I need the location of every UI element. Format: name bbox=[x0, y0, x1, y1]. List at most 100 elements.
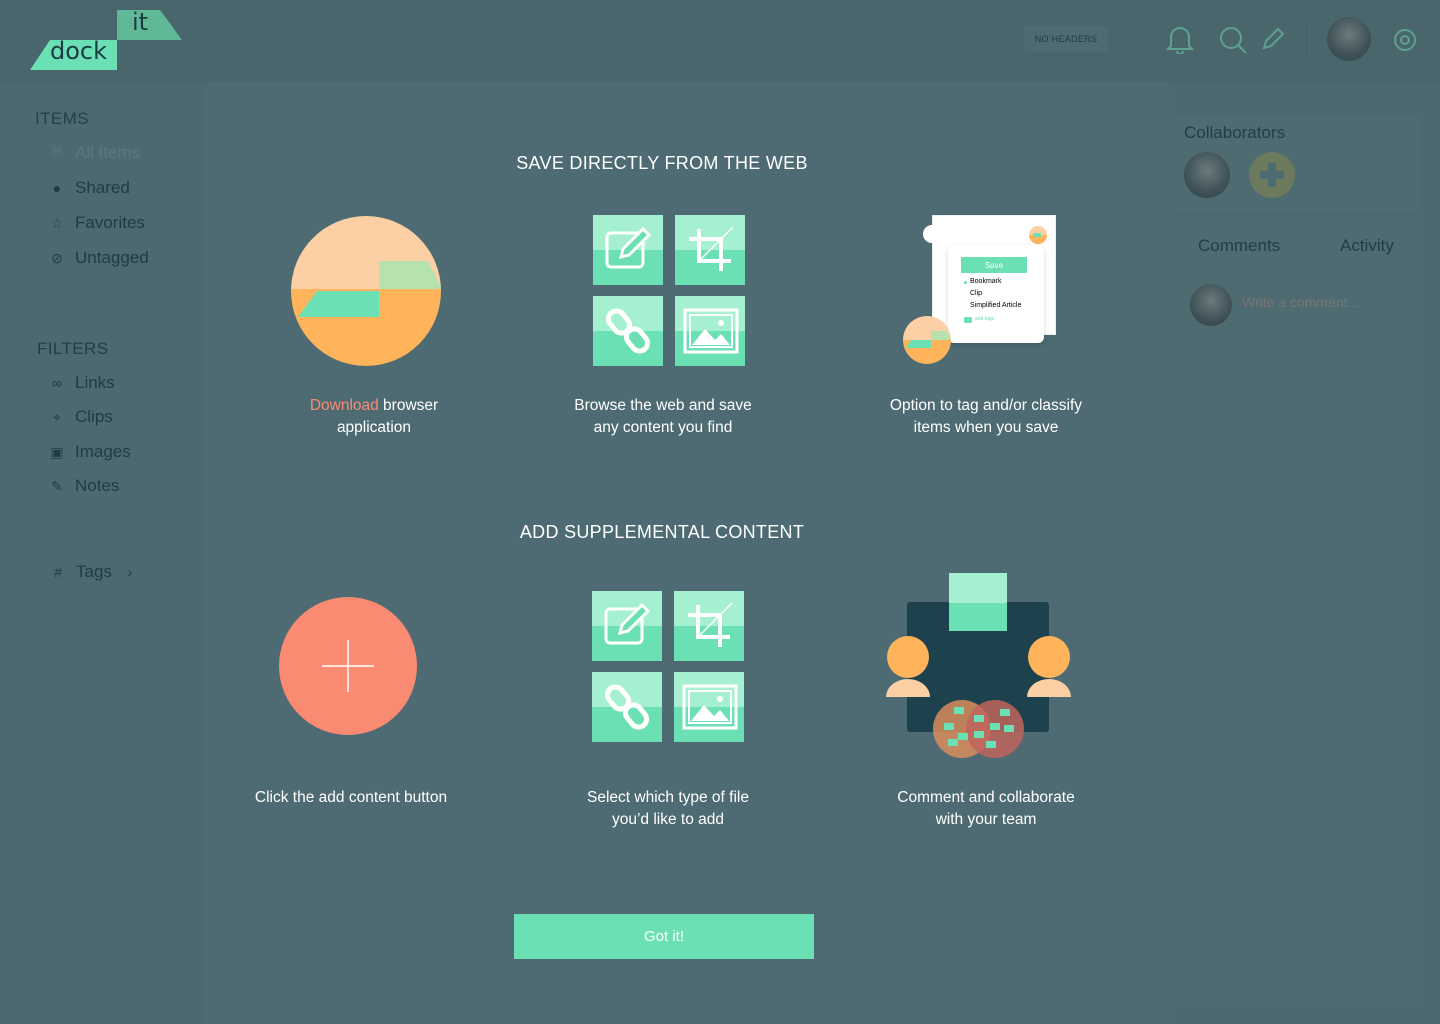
step-collaborate-caption: Comment and collaborate with your team bbox=[870, 787, 1102, 831]
filter-item-links[interactable]: ∞ Links bbox=[49, 373, 115, 393]
caption-text: Comment and collaborate bbox=[897, 789, 1075, 806]
image-icon bbox=[682, 684, 738, 730]
hash-icon: # bbox=[54, 564, 62, 580]
got-it-button[interactable]: Got it! bbox=[514, 914, 814, 959]
save-option-button: Save bbox=[961, 257, 1027, 273]
links-tile bbox=[592, 672, 662, 742]
option-simplified: Simplified Article bbox=[970, 302, 1022, 309]
notes-tile bbox=[592, 591, 662, 661]
caption-text: with your team bbox=[935, 811, 1037, 828]
step-download-caption: Download browser application bbox=[270, 395, 478, 439]
bell-icon[interactable] bbox=[1166, 24, 1194, 54]
section-save-title: SAVE DIRECTLY FROM THE WEB bbox=[516, 153, 808, 173]
step-browse-caption: Browse the web and save any content you … bbox=[545, 395, 781, 439]
caption-text: Select which type of file bbox=[587, 789, 749, 806]
sidebar-tags[interactable]: # Tags › bbox=[50, 562, 138, 582]
items-heading: ITEMS bbox=[35, 109, 89, 128]
plus-icon bbox=[322, 640, 374, 692]
no-headers-badge[interactable]: NO HEADERS bbox=[1024, 26, 1108, 52]
toolbar-divider bbox=[1306, 18, 1307, 60]
caption-text: items when you save bbox=[913, 419, 1059, 436]
link-icon: ∞ bbox=[52, 375, 62, 391]
clips-tile bbox=[674, 591, 744, 661]
tab-activity[interactable]: Activity bbox=[1340, 236, 1394, 256]
chevron-right-icon: › bbox=[127, 564, 133, 580]
option-bookmark: Bookmark bbox=[970, 278, 1002, 285]
filter-item-images[interactable]: ▣ Images bbox=[49, 442, 131, 462]
add-tags-label: add tags bbox=[975, 316, 995, 322]
gear-icon[interactable] bbox=[1392, 27, 1418, 53]
collaborate-illustration bbox=[886, 573, 1071, 758]
save-dropdown: Save Bookmark Clip Simplified Article ad… bbox=[948, 245, 1044, 343]
edit-icon bbox=[604, 602, 651, 645]
tags-label: Tags bbox=[76, 562, 112, 581]
caption-text: browser bbox=[378, 397, 439, 414]
sidebar-item-untagged[interactable]: ⊘ Untagged bbox=[49, 248, 149, 268]
app-logo[interactable]: it dock bbox=[30, 8, 182, 72]
pencil-icon[interactable] bbox=[1260, 26, 1286, 52]
collaborators-title: Collaborators bbox=[1184, 123, 1286, 142]
filter-item-label: Clips bbox=[75, 407, 113, 426]
download-link[interactable]: Download bbox=[310, 397, 379, 414]
link-icon bbox=[605, 308, 651, 354]
plus-icon bbox=[1260, 163, 1284, 187]
sidebar-item-label: Favorites bbox=[75, 213, 145, 232]
option-clip: Clip bbox=[970, 290, 983, 297]
browser-app-illustration bbox=[291, 216, 441, 366]
user-avatar[interactable] bbox=[1327, 17, 1371, 61]
collaborator-avatar[interactable] bbox=[1184, 152, 1230, 198]
caption-text: application bbox=[336, 419, 412, 436]
comments-card: Comments Activity bbox=[1172, 222, 1424, 1002]
sidebar-item-label: Shared bbox=[75, 178, 130, 197]
caption-text: any content you find bbox=[593, 419, 733, 436]
images-tile bbox=[675, 296, 745, 366]
filter-item-clips[interactable]: ⌖ Clips bbox=[49, 407, 113, 427]
edit-icon: ✎ bbox=[51, 477, 63, 494]
notes-tile bbox=[593, 215, 663, 285]
edit-icon bbox=[605, 226, 652, 269]
save-popup-illustration: Save Bookmark Clip Simplified Article ad… bbox=[903, 215, 1055, 365]
filter-item-label: Images bbox=[75, 442, 131, 461]
filter-item-label: Links bbox=[75, 373, 115, 392]
document-icon: 🗎 bbox=[51, 143, 63, 159]
link-icon bbox=[604, 684, 650, 730]
links-tile bbox=[593, 296, 663, 366]
step-select-caption: Select which type of file you’d like to … bbox=[550, 787, 786, 831]
sidebar-item-shared[interactable]: ● Shared bbox=[49, 178, 130, 198]
logo-text-bottom: dock bbox=[50, 37, 108, 65]
filters-heading: FILTERS bbox=[37, 339, 109, 358]
comment-input[interactable] bbox=[1242, 294, 1402, 310]
filter-item-label: Notes bbox=[75, 476, 120, 495]
option-bullet bbox=[964, 281, 967, 284]
caption-text: Option to tag and/or classify bbox=[889, 397, 1083, 414]
image-icon: ▣ bbox=[50, 443, 64, 460]
clips-tile bbox=[675, 215, 745, 285]
filter-item-notes[interactable]: ✎ Notes bbox=[49, 476, 119, 496]
add-content-illustration bbox=[279, 597, 417, 735]
search-icon[interactable] bbox=[1218, 25, 1248, 55]
sidebar-item-label: All Items bbox=[75, 143, 141, 162]
step-add-caption: Click the add content button bbox=[254, 789, 448, 806]
step-tag-caption: Option to tag and/or classify items when… bbox=[866, 395, 1106, 439]
sidebar-item-label: Untagged bbox=[75, 248, 149, 267]
collaborators-card: Collaborators bbox=[1172, 115, 1420, 213]
crop-icon bbox=[688, 602, 733, 647]
caption-text: you’d like to add bbox=[611, 811, 725, 828]
section-supplemental-title: ADD SUPPLEMENTAL CONTENT bbox=[519, 522, 805, 542]
tag-icon bbox=[964, 317, 972, 323]
star-icon: ☆ bbox=[50, 214, 64, 231]
crop-icon: ⌖ bbox=[53, 408, 61, 425]
untagged-icon: ⊘ bbox=[51, 249, 63, 266]
users-icon: ● bbox=[52, 180, 62, 196]
comment-avatar bbox=[1190, 284, 1232, 326]
logo-text-top: it bbox=[132, 8, 149, 36]
sidebar-item-favorites[interactable]: ☆ Favorites bbox=[49, 213, 145, 233]
sidebar-item-all-items[interactable]: 🗎 All Items bbox=[49, 143, 140, 163]
tab-comments[interactable]: Comments bbox=[1198, 236, 1280, 256]
add-collaborator-button[interactable] bbox=[1249, 152, 1295, 198]
mini-logo-icon bbox=[903, 316, 951, 364]
top-bar: it dock NO HEADERS bbox=[0, 0, 1440, 82]
image-icon bbox=[683, 308, 739, 354]
extension-icon bbox=[1029, 226, 1047, 244]
caption-text: Browse the web and save bbox=[574, 397, 752, 414]
